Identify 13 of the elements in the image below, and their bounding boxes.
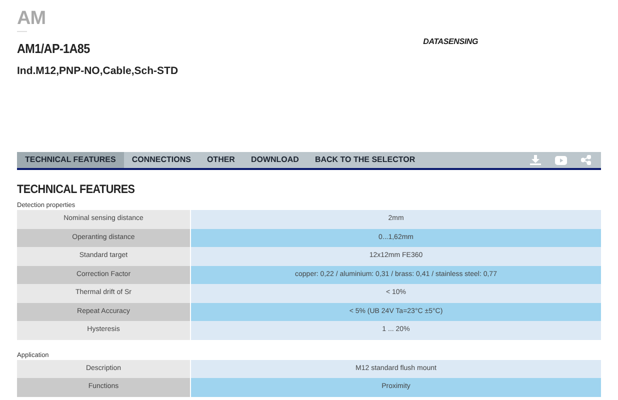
video-play-icon[interactable]: [555, 156, 567, 164]
section-heading: TECHNICAL FEATURES: [17, 181, 136, 197]
brand-logo: DATASENSING: [423, 37, 478, 47]
share-icon[interactable]: [581, 155, 591, 165]
nav-tab[interactable]: BACK TO THE SELECTOR: [306, 152, 424, 168]
nav-tab[interactable]: TECHNICAL FEATURES: [17, 152, 124, 168]
model-description: Ind.M12,PNP-NO,Cable,Sch-STD: [17, 64, 178, 78]
model-title: AM1/AP-1A85: [17, 40, 91, 58]
nav-tab[interactable]: DOWNLOAD: [242, 152, 307, 168]
nav-tab[interactable]: CONNECTIONS: [124, 152, 199, 168]
download-icon[interactable]: [530, 155, 541, 165]
nav-tab[interactable]: OTHER: [198, 152, 243, 168]
series-title: AM: [17, 8, 47, 30]
